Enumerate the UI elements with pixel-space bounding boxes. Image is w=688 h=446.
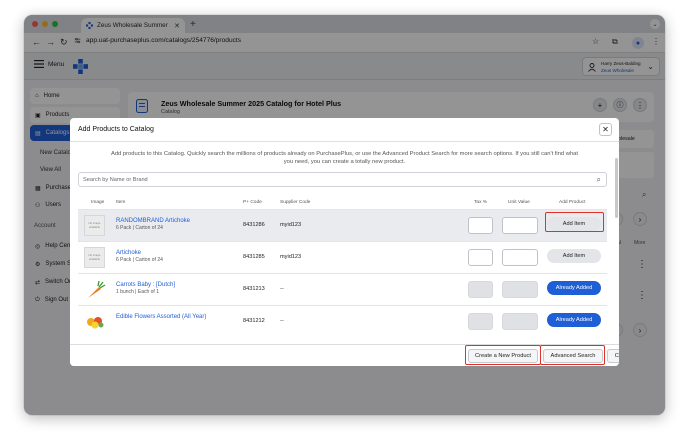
product-pcode: 8431213 [243,286,265,292]
modal-divider [70,141,619,142]
modal-scrollbar[interactable] [615,158,618,218]
table-row: No image available RANDOMBRAND Artichoke… [78,209,607,241]
unit-value-input-disabled [502,281,538,298]
highlight-create-new [465,345,541,365]
column-tax: Tax % [474,200,488,205]
product-pack: 1 bunch | Each of 1 [116,289,159,295]
column-item: Item [116,200,126,205]
modal-title: Add Products to Catalog [78,126,154,133]
product-pack: 6 Pack | Carton of 24 [116,225,163,231]
no-image-placeholder: No image available [84,247,105,268]
add-products-modal: Add Products to Catalog ✕ Add products t… [70,118,619,366]
column-pcode: P+ Code [243,200,262,205]
highlight-advanced-search [540,345,605,365]
tax-input-disabled [468,313,493,330]
product-supplier-code: myid123 [280,222,302,228]
product-name-link[interactable]: RANDOMBRAND Artichoke [116,218,190,224]
highlight-add-item [545,212,604,232]
search-placeholder: Search by Name or Brand [83,177,148,183]
modal-description: Add products to this Catalog. Quickly se… [110,151,579,165]
table-row: Edible Flowers Assorted (All Year) 84312… [78,305,607,337]
column-supplier-code: Supplier Code [280,200,311,205]
tax-input-disabled [468,281,493,298]
unit-value-input[interactable] [502,217,538,234]
tax-input[interactable] [468,249,493,266]
product-pcode: 8431285 [243,254,265,260]
already-added-button[interactable]: Already Added [547,281,601,295]
search-icon[interactable]: ⌕ [597,175,601,185]
table-row: No image available Artichoke 6 Pack | Ca… [78,241,607,273]
product-name-link[interactable]: Carrots Baby : [Dutch] [116,282,175,288]
product-pcode: 8431212 [243,318,265,324]
add-item-button[interactable]: Add Item [547,249,601,263]
unit-value-input-disabled [502,313,538,330]
product-supplier-code: myid123 [280,254,302,260]
close-button[interactable]: Close [607,349,619,363]
column-image: Image [91,200,105,205]
unit-value-input[interactable] [502,249,538,266]
close-icon[interactable]: ✕ [599,123,612,136]
column-add-product: Add Product [559,200,586,205]
tax-input[interactable] [468,217,493,234]
table-row: Carrots Baby : [Dutch] 1 bunch | Each of… [78,273,607,305]
product-name-link[interactable]: Edible Flowers Assorted (All Year) [116,314,206,320]
no-image-placeholder: No image available [84,215,105,236]
table-header: Image Item P+ Code Supplier Code Tax % U… [78,197,607,209]
product-pack: 6 Pack | Carton of 24 [116,257,163,263]
product-supplier-code: -- [280,318,284,324]
product-pcode: 8431286 [243,222,265,228]
browser-window: Zeus Wholesale Summer 2025 ✕ + ⌄ ← → ↻ a… [24,15,665,415]
flowers-image [84,311,106,333]
search-input[interactable]: Search by Name or Brand ⌕ [78,172,607,187]
already-added-button[interactable]: Already Added [547,313,601,327]
carrot-image [84,279,106,301]
product-supplier-code: -- [280,286,284,292]
column-unit-value: Unit Value [508,200,530,205]
product-name-link[interactable]: Artichoke [116,250,141,256]
